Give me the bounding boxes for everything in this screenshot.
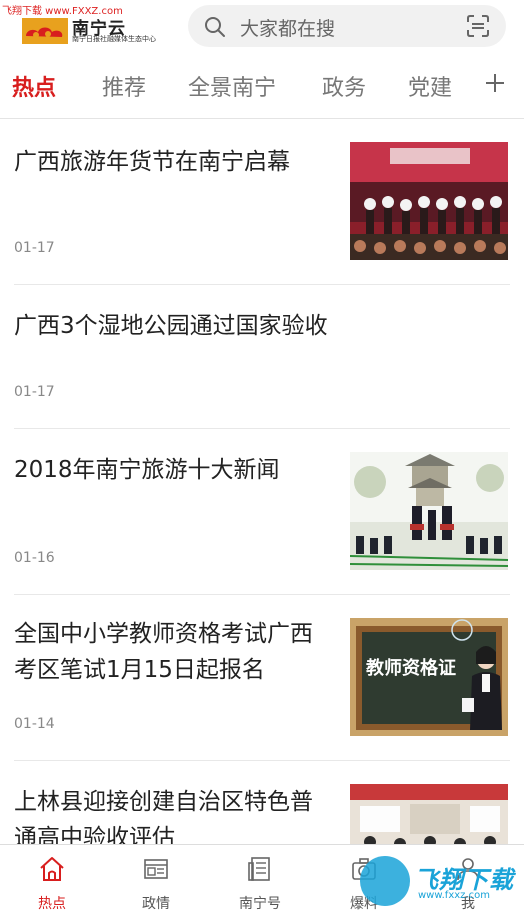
- news-title: 广西旅游年货节在南宁启幕: [14, 149, 290, 175]
- nav-label: 政情: [142, 896, 170, 912]
- news-date: 01-16: [14, 550, 55, 566]
- watermark-top: 飞翔下载 www.FXXZ.com: [2, 6, 123, 17]
- news-date: 01-14: [14, 716, 55, 732]
- folk-dance-photo: [350, 452, 508, 570]
- watermark-bottom: 飞翔下载 www.fxxz.com: [356, 856, 516, 908]
- news-item[interactable]: 上林县迎接创建自治区特色普通高中验收评估: [0, 762, 524, 844]
- tab-government[interactable]: 政务: [322, 70, 366, 102]
- news-divider: [14, 284, 510, 285]
- cloud-logo-icon: [22, 18, 68, 44]
- news-divider: [14, 428, 510, 429]
- id-card-icon: [144, 859, 168, 879]
- watermark-url: www.fxxz.com: [418, 890, 490, 901]
- news-thumbnail: [350, 784, 508, 844]
- tab-party-building[interactable]: 党建: [408, 70, 452, 102]
- category-tabs: 热点 推荐 全景南宁 政务 党建: [0, 60, 524, 110]
- home-icon: [40, 857, 64, 881]
- add-tab-plus-icon[interactable]: [484, 72, 506, 94]
- teacher-cert-text: 教师资格证: [366, 657, 456, 679]
- news-divider: [14, 760, 510, 761]
- tabs-divider: [0, 118, 524, 119]
- nav-hot[interactable]: 热点: [0, 845, 104, 912]
- news-date: 01-17: [14, 384, 55, 400]
- news-title: 2018年南宁旅游十大新闻: [14, 457, 280, 483]
- tab-panorama-nanning[interactable]: 全景南宁: [188, 70, 276, 102]
- logo-subtitle: 南宁日报社融媒体生态中心: [72, 35, 156, 43]
- news-title: 全国中小学教师资格考试广西考区笔试1月15日起报名: [14, 621, 313, 683]
- news-thumbnail: 教师资格证: [350, 618, 508, 736]
- app-screen: 飞翔下载 www.FXXZ.com 南宁云 南宁日报社融媒体生态中心 大家都在搜: [0, 0, 524, 912]
- scan-icon[interactable]: [466, 14, 490, 38]
- nav-label: 南宁号: [239, 896, 281, 912]
- news-divider: [14, 594, 510, 595]
- classroom-photo: [350, 784, 508, 844]
- tab-recommend[interactable]: 推荐: [102, 70, 146, 102]
- search-bar[interactable]: 大家都在搜: [188, 5, 506, 47]
- news-date: 01-17: [14, 240, 55, 256]
- teacher-cert-photo: 教师资格证: [350, 618, 508, 736]
- event-stage-photo: [350, 142, 508, 260]
- news-thumbnail: [350, 452, 508, 570]
- nav-label: 热点: [38, 896, 66, 912]
- document-icon: [248, 857, 270, 881]
- tab-hot[interactable]: 热点: [12, 70, 56, 102]
- search-placeholder: 大家都在搜: [240, 18, 336, 40]
- app-logo[interactable]: 南宁云 南宁日报社融媒体生态中心: [22, 14, 172, 48]
- search-icon: [205, 17, 225, 37]
- watermark-logo-icon: [360, 856, 410, 906]
- news-title: 广西3个湿地公园通过国家验收: [14, 313, 328, 339]
- news-thumbnail: [350, 142, 508, 260]
- nav-politics[interactable]: 政情: [104, 845, 208, 912]
- nav-nanning-account[interactable]: 南宁号: [208, 845, 312, 912]
- news-title: 上林县迎接创建自治区特色普通高中验收评估: [14, 789, 313, 844]
